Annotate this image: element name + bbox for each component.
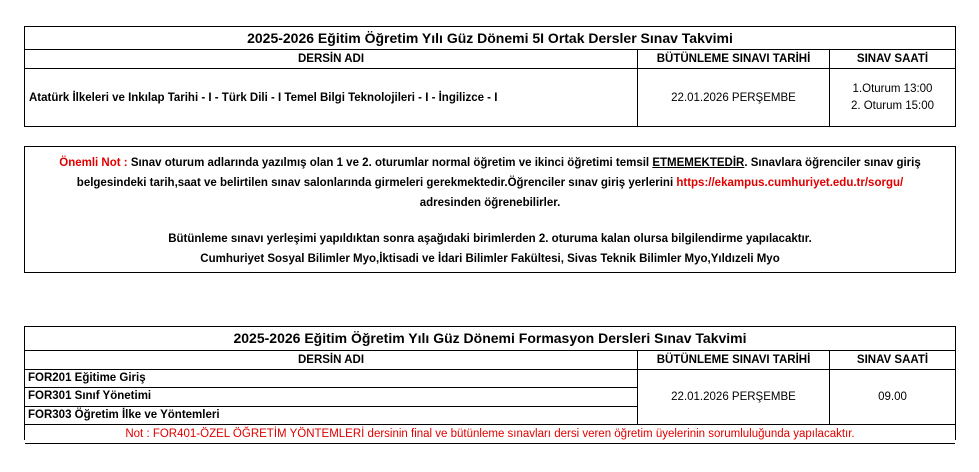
note-line-2-text: belgesindeki tarih,saat ve belirtilen sı… <box>76 177 677 189</box>
note-line-4: Bütünleme sınavı yerleşimi yapıldıktan s… <box>168 233 812 245</box>
col-header-course: DERSİN ADI <box>25 50 638 68</box>
table-header-row: DERSİN ADI BÜTÜNLEME SINAVI TARİHİ SINAV… <box>25 351 955 370</box>
table-body: FOR201 Eğitime Giriş FOR301 Sınıf Yöneti… <box>25 370 955 425</box>
col-header-time: SINAV SAATİ <box>856 53 929 65</box>
exam-time-cell: 09.00 <box>878 391 907 403</box>
note-line-3: adresinden öğrenebilirler. <box>419 197 561 209</box>
session-2-time: 2. Oturum 15:00 <box>850 99 935 112</box>
course-item: FOR301 Sınıf Yönetimi <box>25 388 637 407</box>
col-header-date: BÜTÜNLEME SINAVI TARİHİ <box>638 50 830 68</box>
course-item: FOR303 Öğretim İlke ve Yöntemleri <box>28 408 220 421</box>
table-title: 2025-2026 Eğitim Öğretim Yılı Güz Dönemi… <box>25 27 955 50</box>
exam-date-cell: 22.01.2026 PERŞEMBE <box>638 370 830 424</box>
note-line-2: belgesindeki tarih,saat ve belirtilen sı… <box>25 173 955 193</box>
col-header-date: BÜTÜNLEME SINAVI TARİHİ <box>638 351 830 369</box>
session-1-time: 1.Oturum 13:00 <box>852 82 933 95</box>
note-line-5: Cumhuriyet Sosyal Bilimler Myo,İktisadi … <box>200 253 780 265</box>
note-text-2: . Sınavlara öğrenciler sınav giriş <box>744 157 921 169</box>
exam-date-cell: 22.01.2026 PERŞEMBE <box>638 69 830 126</box>
ekampus-link[interactable]: https://ekampus.cumhuriyet.edu.tr/sorgu/ <box>676 177 903 189</box>
table-header-row: DERSİN ADI BÜTÜNLEME SINAVI TARİHİ SINAV… <box>25 50 955 69</box>
col-header-course: DERSİN ADI <box>25 351 638 369</box>
note-spacer <box>25 213 955 229</box>
table-title: 2025-2026 Eğitim Öğretim Yılı Güz Dönemi… <box>25 327 955 351</box>
note-emphasis: ETMEMEKTEDİR <box>652 157 745 169</box>
important-note: Önemli Not : Sınav oturum adlarında yazı… <box>24 146 956 273</box>
common-courses-exam-table: 2025-2026 Eğitim Öğretim Yılı Güz Dönemi… <box>24 26 956 127</box>
note-label: Önemli Not : <box>59 157 128 169</box>
course-list-cell: FOR201 Eğitime Giriş FOR301 Sınıf Yöneti… <box>25 370 638 424</box>
exam-time-cell: 1.Oturum 13:00 2. Oturum 15:00 <box>830 69 955 126</box>
course-name-cell: Atatürk İlkeleri ve Inkılap Tarihi - I -… <box>25 69 638 126</box>
table-footnote: Not : FOR401-ÖZEL ÖĞRETİM YÖNTEMLERİ der… <box>25 425 955 444</box>
formation-courses-exam-table: 2025-2026 Eğitim Öğretim Yılı Güz Dönemi… <box>24 326 956 444</box>
note-line-1: Önemli Not : Sınav oturum adlarında yazı… <box>25 153 955 173</box>
col-header-time: SINAV SAATİ <box>856 354 929 366</box>
table-row: Atatürk İlkeleri ve Inkılap Tarihi - I -… <box>25 69 955 127</box>
note-text-1: Sınav oturum adlarında yazılmış olan 1 v… <box>127 157 653 169</box>
course-item: FOR201 Eğitime Giriş <box>25 370 637 389</box>
